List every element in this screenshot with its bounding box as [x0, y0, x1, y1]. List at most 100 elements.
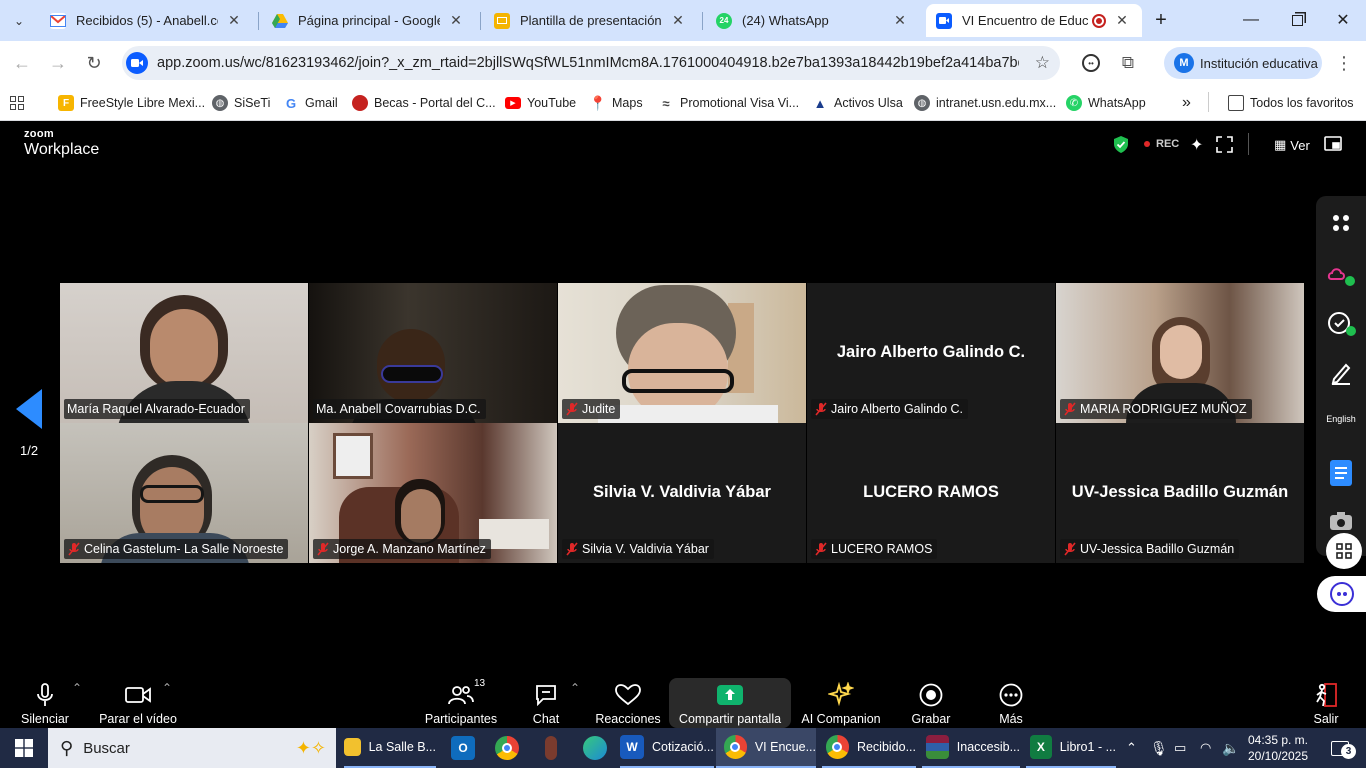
docs-icon[interactable]	[1316, 459, 1366, 487]
annotate-pen-icon[interactable]	[1316, 359, 1366, 387]
back-button[interactable]: ←	[8, 49, 36, 77]
participant-tile[interactable]: UV-Jessica Badillo Guzmán UV-Jessica Bad…	[1056, 423, 1304, 563]
bookmark-promotional-visa[interactable]: ≈ Promotional Visa Vi...	[658, 92, 799, 114]
notifications-button[interactable]: 3	[1322, 728, 1358, 768]
ai-sparkle-icon[interactable]: ✦	[1190, 135, 1203, 155]
more-bookmarks-button[interactable]: »	[1182, 92, 1191, 114]
extension-companion-button[interactable]: ••	[1077, 49, 1105, 77]
browser-toolbar: ← → ↻ app.zoom.us/wc/81623193462/join?_x…	[0, 41, 1366, 85]
participant-tile[interactable]: Jorge A. Manzano Martínez	[309, 423, 557, 563]
close-icon[interactable]: ✕	[1114, 12, 1130, 29]
taskbar-app-chrome-zoom[interactable]: VI Encue...	[716, 728, 816, 768]
record-button[interactable]: Grabar	[906, 676, 956, 726]
minimize-meeting-icon[interactable]	[1324, 136, 1342, 156]
forward-button[interactable]: →	[44, 49, 72, 77]
participant-tile[interactable]: Ma. Anabell Covarrubias D.C.	[309, 283, 557, 423]
companion-face-icon	[1329, 582, 1354, 606]
reload-button[interactable]: ↻	[80, 49, 108, 77]
participant-tile[interactable]: LUCERO RAMOS LUCERO RAMOS	[807, 423, 1055, 563]
recording-indicator[interactable]: REC	[1144, 138, 1179, 150]
tab-zoom-meeting[interactable]: VI Encuentro de Educación ✕	[926, 4, 1142, 37]
tab-slides[interactable]: Plantilla de presentación VI Encuentro ✕	[484, 4, 698, 37]
fullscreen-icon[interactable]	[1216, 136, 1233, 158]
taskbar-app-file-explorer[interactable]: La Salle B...	[344, 728, 436, 768]
profile-chip[interactable]: M Institución educativa	[1164, 47, 1322, 79]
apps-icon[interactable]	[1316, 209, 1366, 237]
bookmark-siseti[interactable]: ◍ SiSeTi	[212, 92, 270, 114]
ai-companion-button[interactable]: AI Companion	[798, 676, 884, 726]
restore-button[interactable]	[1274, 0, 1320, 40]
encryption-shield-icon[interactable]	[1113, 136, 1129, 158]
chat-options-caret-icon[interactable]: ⌃	[570, 681, 580, 695]
bookmark-becas[interactable]: Becas - Portal del C...	[352, 92, 496, 114]
toggle-apps-button[interactable]	[1326, 533, 1362, 569]
taskbar-app-outlook[interactable]: O	[446, 728, 480, 768]
bookmark-star-icon[interactable]: ☆	[1035, 53, 1050, 73]
bookmark-maps[interactable]: 📍 Maps	[589, 92, 643, 114]
clock[interactable]: 04:35 p. m. 20/10/2025	[1246, 728, 1310, 768]
more-button[interactable]: Más	[990, 676, 1032, 726]
battery-icon[interactable]: ▭	[1174, 728, 1186, 768]
address-bar[interactable]: app.zoom.us/wc/81623193462/join?_x_zm_rt…	[122, 46, 1060, 80]
participant-tile[interactable]: Judite	[558, 283, 806, 423]
bookmark-whatsapp[interactable]: ✆ WhatsApp	[1066, 92, 1146, 114]
taskbar-app-chrome-mail[interactable]: Recibido...	[822, 728, 916, 768]
start-button[interactable]	[0, 728, 48, 768]
apps-grid-button[interactable]	[10, 92, 24, 114]
participant-tile[interactable]: María Raquel Alvarado-Ecuador	[60, 283, 308, 423]
camera-icon[interactable]	[1316, 509, 1366, 533]
microphone-tray-icon[interactable]: 🎙	[1150, 728, 1168, 768]
close-icon[interactable]: ✕	[448, 12, 464, 29]
tab-gmail[interactable]: Recibidos (5) - Anabell.covarrubias ✕	[40, 4, 254, 37]
taskbar-app-word[interactable]: W Cotizació...	[620, 728, 714, 768]
share-screen-button[interactable]: Compartir pantalla	[672, 676, 788, 726]
participant-tile[interactable]: Jairo Alberto Galindo C. Jairo Alberto G…	[807, 283, 1055, 423]
whiteboard-weather-icon[interactable]	[1316, 259, 1366, 289]
close-icon[interactable]: ✕	[226, 12, 242, 29]
participant-tile[interactable]: Silvia V. Valdivia Yábar Silvia V. Valdi…	[558, 423, 806, 563]
mute-button[interactable]: Silenciar	[16, 676, 74, 726]
notes-app-icon[interactable]	[1316, 309, 1366, 339]
taskbar-app-excel[interactable]: X Libro1 - ...	[1026, 728, 1116, 768]
minimize-button[interactable]: —	[1228, 0, 1274, 40]
view-menu-button[interactable]: ▦ Ver	[1274, 137, 1310, 153]
video-options-caret-icon[interactable]: ⌃	[162, 681, 172, 695]
audio-options-caret-icon[interactable]: ⌃	[72, 681, 82, 695]
bookmark-intranet[interactable]: ◍ intranet.usn.edu.mx...	[914, 92, 1056, 114]
browser-menu-button[interactable]: ⋮	[1330, 49, 1358, 77]
tab-whatsapp[interactable]: 24 (24) WhatsApp ✕	[706, 4, 920, 37]
ai-companion-side-button[interactable]	[1317, 576, 1366, 612]
all-bookmarks-folder[interactable]: Todos los favoritos	[1228, 92, 1354, 114]
language-label[interactable]: English	[1316, 411, 1366, 427]
participant-tile[interactable]: MARIA RODRIGUEZ MUÑOZ	[1056, 283, 1304, 423]
taskbar-app-edge[interactable]	[578, 728, 612, 768]
bookmark-youtube[interactable]: ▶ YouTube	[505, 92, 576, 114]
bookmark-activos-ulsa[interactable]: ▲ Activos Ulsa	[812, 92, 903, 114]
participant-name-label: LUCERO RAMOS	[811, 539, 938, 559]
grid-view-icon: ▦	[1274, 137, 1287, 152]
participant-display-name: Silvia V. Valdivia Yábar	[593, 483, 771, 501]
taskbar-app-winrar[interactable]: Inaccesib...	[922, 728, 1020, 768]
taskbar-app-chrome[interactable]	[490, 728, 524, 768]
participant-tile[interactable]: Celina Gastelum- La Salle Noroeste	[60, 423, 308, 563]
close-icon[interactable]: ✕	[892, 12, 908, 29]
taskbar-app-figure[interactable]	[534, 728, 568, 768]
close-window-button[interactable]: ✕	[1320, 0, 1366, 40]
tab-search-button[interactable]: ⌄	[2, 4, 36, 37]
previous-page-button[interactable]	[16, 389, 44, 434]
wifi-icon[interactable]: ◠	[1200, 728, 1211, 768]
leave-button[interactable]: Salir	[1306, 676, 1346, 726]
new-tab-button[interactable]: +	[1148, 4, 1174, 37]
participants-button[interactable]: 13 Participantes	[424, 676, 498, 726]
reactions-button[interactable]: Reacciones	[594, 676, 662, 726]
show-hidden-icons-button[interactable]: ⌃	[1126, 728, 1137, 768]
volume-icon[interactable]: 🔈	[1222, 728, 1239, 768]
tab-drive[interactable]: Página principal - Google Drive ✕	[262, 4, 476, 37]
close-icon[interactable]: ✕	[670, 12, 686, 29]
bookmark-gmail[interactable]: G Gmail	[283, 92, 338, 114]
bookmark-freestyle[interactable]: F FreeStyle Libre Mexi...	[58, 92, 205, 114]
taskbar-search-box[interactable]: ⚲ Buscar ✦✧	[48, 728, 336, 768]
chevron-up-icon: ⌃	[1126, 740, 1137, 755]
chat-button[interactable]: Chat	[524, 676, 568, 726]
extensions-button[interactable]: ⧉	[1114, 49, 1142, 77]
